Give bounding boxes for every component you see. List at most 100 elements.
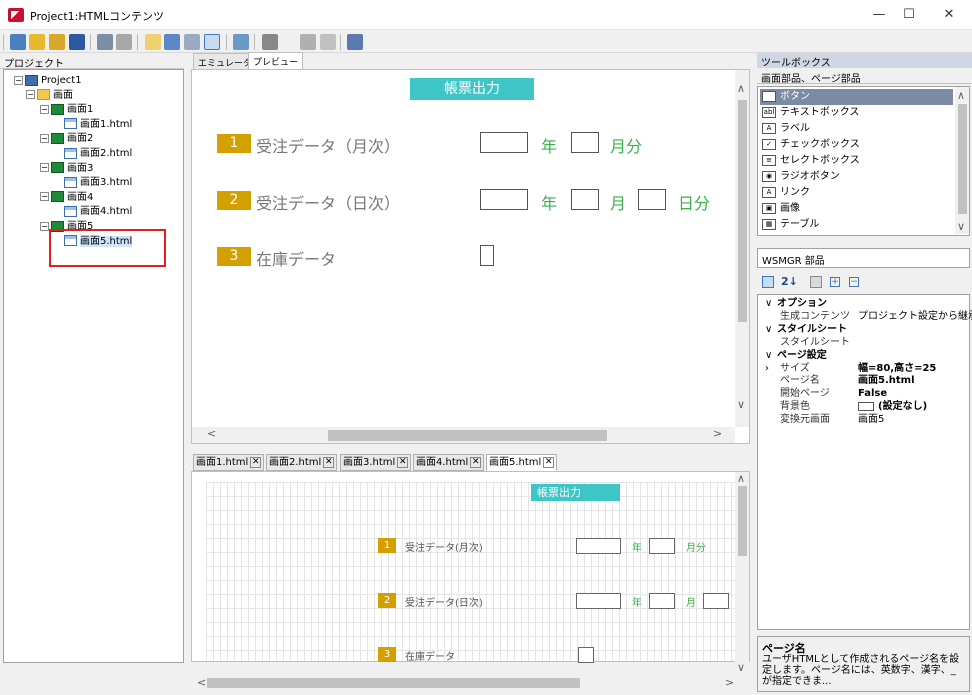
doc-tab[interactable]: 画面3.html ✕ bbox=[340, 454, 412, 471]
tree-expander-icon[interactable]: − bbox=[40, 104, 49, 114]
expander-icon[interactable]: ∨ bbox=[765, 297, 772, 310]
property-row[interactable]: › サイズ 幅=80,高さ=25 bbox=[760, 362, 966, 375]
debug-icon[interactable] bbox=[300, 34, 316, 50]
close-tab-icon[interactable]: ✕ bbox=[323, 456, 335, 468]
open-file-icon[interactable] bbox=[49, 34, 65, 50]
form-icon[interactable] bbox=[184, 34, 200, 50]
designer-day-input-2[interactable] bbox=[703, 593, 729, 609]
toolbox-item[interactable]: ≡ セレクトボックス bbox=[760, 153, 953, 169]
property-value[interactable]: (設定なし) bbox=[858, 400, 927, 413]
expander-icon[interactable]: › bbox=[765, 362, 769, 375]
save-icon[interactable] bbox=[69, 34, 85, 50]
close-button[interactable]: ✕ bbox=[926, 0, 972, 30]
tree-item[interactable]: − 画面2 bbox=[40, 132, 93, 146]
scroll-down-icon[interactable]: ∨ bbox=[737, 398, 745, 411]
new-project-icon[interactable] bbox=[10, 34, 26, 50]
preview-year-input-1[interactable] bbox=[480, 132, 528, 153]
property-category[interactable]: ∨ スタイルシート bbox=[760, 323, 966, 336]
tree-item[interactable]: 画面1.html bbox=[64, 118, 132, 132]
preview-vscroll-thumb[interactable] bbox=[738, 100, 747, 322]
property-row[interactable]: 背景色 (設定なし) bbox=[760, 400, 966, 413]
tree-item[interactable]: − 画面1 bbox=[40, 103, 93, 117]
designer-month-input-2[interactable] bbox=[649, 593, 675, 609]
designer-year-input-2[interactable] bbox=[576, 593, 621, 609]
toolbox-item[interactable]: ▣ 画像 bbox=[760, 201, 953, 217]
designer-row-1-label[interactable]: 受注データ(月次) bbox=[405, 539, 483, 554]
designer-row-2-num[interactable]: 2 bbox=[378, 593, 396, 608]
property-value[interactable]: 画面5.html bbox=[858, 374, 915, 387]
toolbox-item[interactable]: ◉ ラジオボタン bbox=[760, 169, 953, 185]
property-row[interactable]: スタイルシート bbox=[760, 336, 966, 349]
tree-expander-icon[interactable]: − bbox=[40, 133, 49, 143]
tree-expander-icon[interactable]: − bbox=[26, 90, 35, 100]
designer-hscroll-thumb[interactable] bbox=[207, 678, 580, 688]
close-tab-icon[interactable]: ✕ bbox=[543, 456, 555, 468]
print-icon[interactable] bbox=[97, 34, 113, 50]
alphabetical-icon[interactable]: 2↓ bbox=[781, 275, 798, 288]
properties-object-selector[interactable]: WSMGR 部品 bbox=[757, 248, 970, 268]
property-category[interactable]: ∨ オプション bbox=[760, 297, 966, 310]
tree-expander-icon[interactable]: − bbox=[40, 163, 49, 173]
preview-month-input-1[interactable] bbox=[571, 132, 599, 153]
doc-tab[interactable]: 画面5.html ✕ bbox=[486, 454, 558, 471]
tree-item[interactable]: − 画面4 bbox=[40, 191, 93, 205]
designer-scroll-up-icon[interactable]: ∧ bbox=[737, 472, 745, 485]
open-folder-icon[interactable] bbox=[29, 34, 45, 50]
tree-item[interactable]: 画面4.html bbox=[64, 205, 132, 219]
designer-row-1-year[interactable]: 年 bbox=[632, 539, 642, 554]
property-value[interactable]: False bbox=[858, 387, 887, 400]
preview-month-input-2[interactable] bbox=[571, 189, 599, 210]
toolbox-item[interactable]: A ラベル bbox=[760, 121, 953, 137]
doc-tab[interactable]: 画面1.html ✕ bbox=[193, 454, 265, 471]
properties-icon[interactable] bbox=[116, 34, 132, 50]
property-category[interactable]: ∨ ページ設定 bbox=[760, 349, 966, 362]
expand-all-icon[interactable]: + bbox=[830, 277, 840, 287]
designer-scroll-right-icon[interactable]: > bbox=[725, 676, 734, 689]
designer-scroll-down-icon[interactable]: ∨ bbox=[737, 661, 745, 674]
stop-icon[interactable] bbox=[320, 34, 336, 50]
tree-item[interactable]: − Project1 bbox=[14, 74, 82, 88]
designer-row-2-year[interactable]: 年 bbox=[632, 594, 642, 609]
toolbox-item[interactable]: ✓ チェックボックス bbox=[760, 137, 953, 153]
designer-header[interactable]: 帳票出力 bbox=[531, 484, 620, 501]
new-page-icon[interactable] bbox=[145, 34, 161, 50]
close-tab-icon[interactable]: ✕ bbox=[470, 456, 482, 468]
toolbox-category[interactable]: 画面部品、ページ部品 bbox=[757, 69, 972, 85]
deploy-icon[interactable] bbox=[347, 34, 363, 50]
window-icon[interactable] bbox=[164, 34, 180, 50]
designer-scroll-left-icon[interactable]: < bbox=[197, 676, 206, 689]
designer-month-input-1[interactable] bbox=[649, 538, 675, 554]
tree-expander-icon[interactable]: − bbox=[40, 192, 49, 202]
toolbox-item[interactable]: abl テキストボックス bbox=[760, 105, 953, 121]
expander-icon[interactable]: ∨ bbox=[765, 323, 772, 336]
designer-row-3-label[interactable]: 在庫データ bbox=[405, 648, 455, 663]
designer-row-1-num[interactable]: 1 bbox=[378, 538, 396, 553]
property-row[interactable]: ページ名 画面5.html bbox=[760, 374, 966, 387]
property-row[interactable]: 生成コンテンツ プロジェクト設定から継承 bbox=[760, 310, 972, 323]
categorized-icon[interactable] bbox=[762, 276, 774, 288]
tree-expander-icon[interactable]: − bbox=[14, 75, 23, 85]
import-icon[interactable] bbox=[233, 34, 249, 50]
tree-item[interactable]: − 画面3 bbox=[40, 162, 93, 176]
expander-icon[interactable]: ∨ bbox=[765, 349, 772, 362]
designer-row-2-label[interactable]: 受注データ(日次) bbox=[405, 594, 483, 609]
tree-item[interactable]: 画面2.html bbox=[64, 147, 132, 161]
tree-item[interactable]: − 画面 bbox=[26, 89, 73, 103]
designer-row-2-month[interactable]: 月 bbox=[686, 594, 696, 609]
designer-year-input-1[interactable] bbox=[576, 538, 621, 554]
close-tab-icon[interactable]: ✕ bbox=[250, 456, 262, 468]
doc-tab[interactable]: 画面2.html ✕ bbox=[266, 454, 338, 471]
preview-stock-input[interactable] bbox=[480, 245, 494, 266]
designer-row-3-num[interactable]: 3 bbox=[378, 647, 396, 662]
toolbox-scroll-down-icon[interactable]: ∨ bbox=[957, 220, 965, 233]
toolbox-item[interactable]: ab ボタン bbox=[760, 89, 953, 105]
tab-preview[interactable]: プレビュー bbox=[248, 52, 304, 70]
designer-vscroll-thumb[interactable] bbox=[738, 486, 747, 556]
property-row[interactable]: 開始ページ False bbox=[760, 387, 966, 400]
property-pages-icon[interactable] bbox=[810, 276, 822, 288]
scroll-up-icon[interactable]: ∧ bbox=[737, 82, 745, 95]
property-value[interactable]: 画面5 bbox=[858, 413, 884, 426]
toolbox-scroll-thumb[interactable] bbox=[958, 104, 967, 214]
scroll-right-icon[interactable]: > bbox=[713, 427, 722, 440]
grid-icon[interactable] bbox=[204, 34, 220, 50]
